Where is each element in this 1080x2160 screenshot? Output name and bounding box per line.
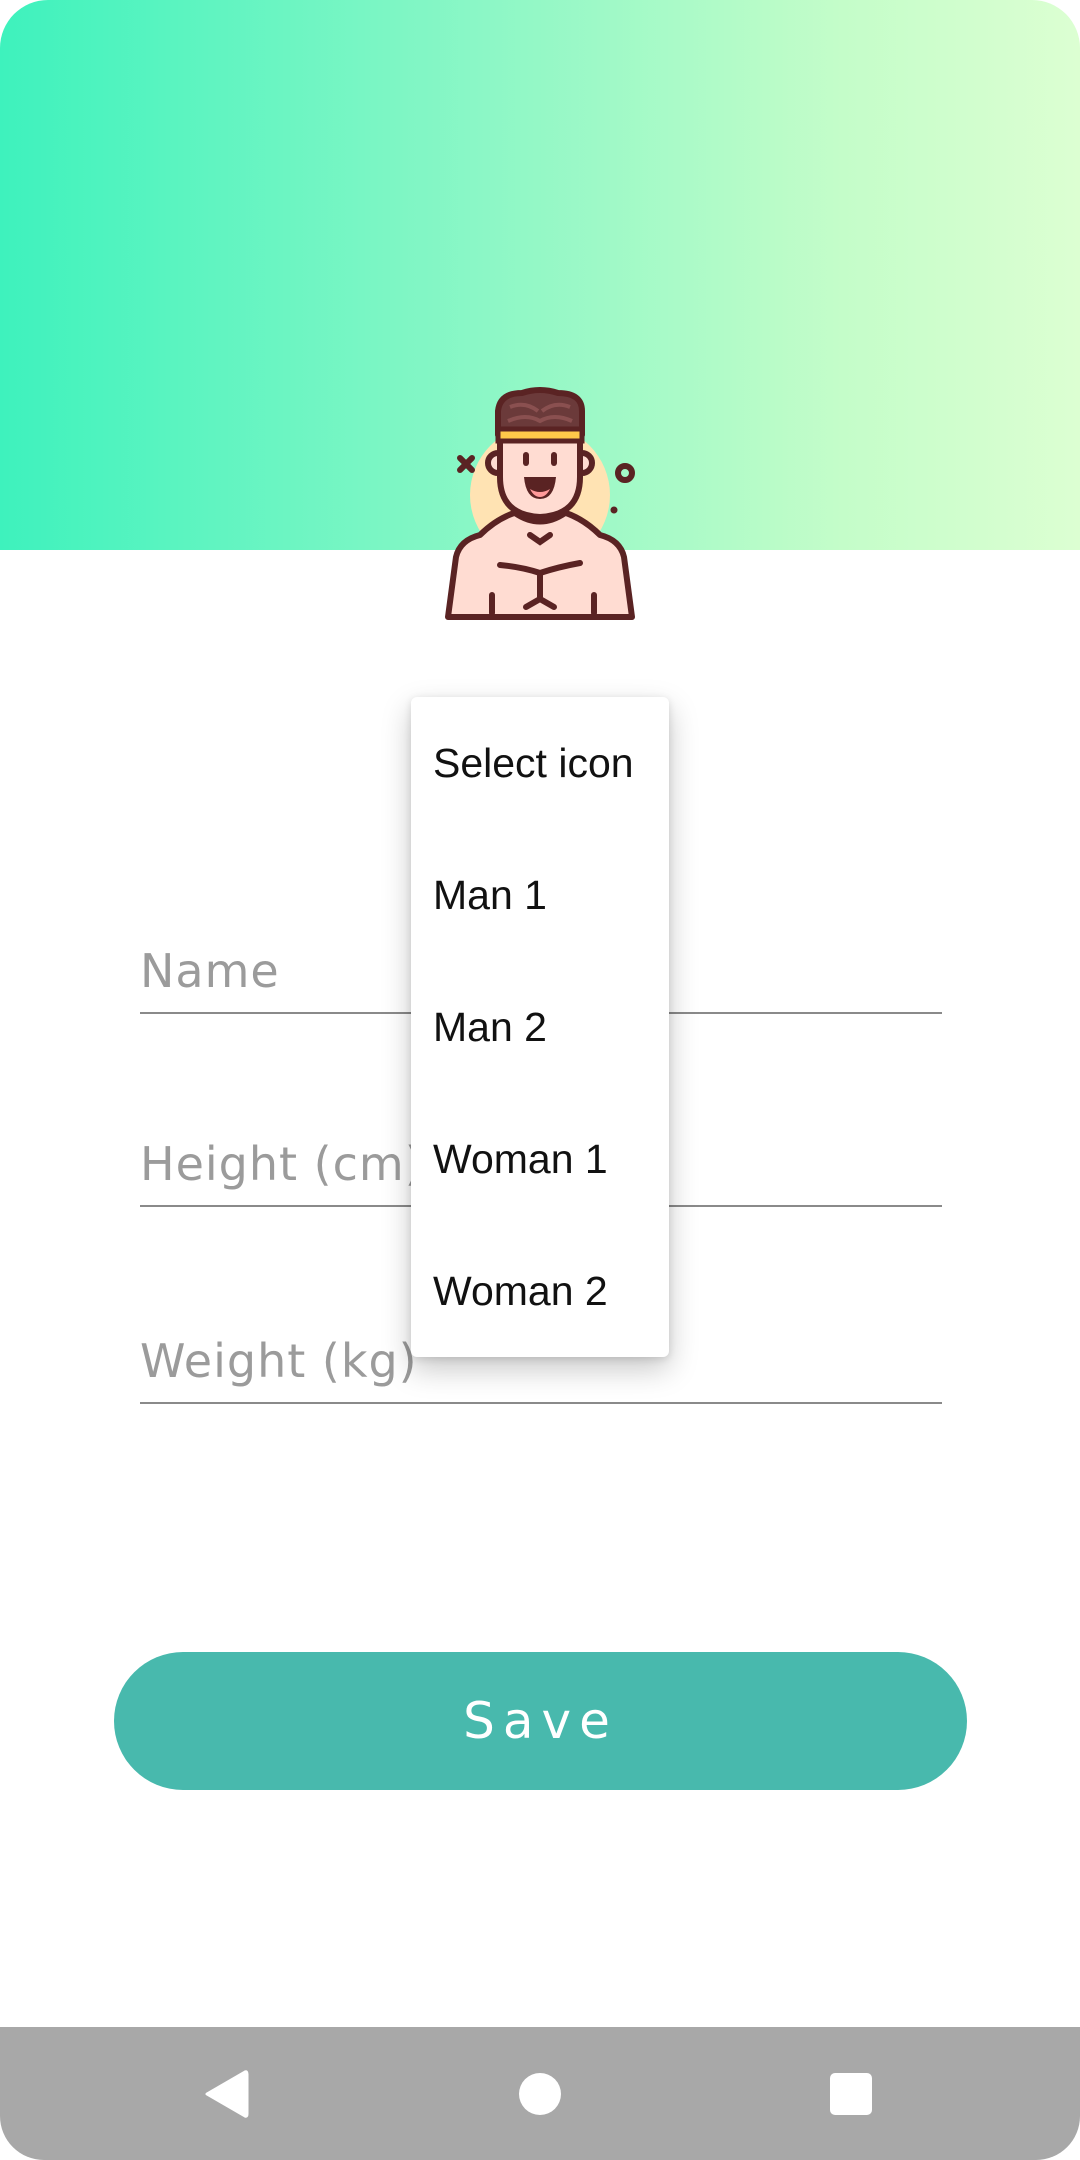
- man-avatar-icon[interactable]: [430, 385, 650, 625]
- icon-dropdown-menu: Select icon Man 1 Man 2 Woman 1 Woman 2: [411, 697, 669, 1357]
- dropdown-item-woman-1[interactable]: Woman 1: [411, 1093, 669, 1225]
- dropdown-item-man-2[interactable]: Man 2: [411, 961, 669, 1093]
- dropdown-item-man-1[interactable]: Man 1: [411, 829, 669, 961]
- nav-back-button[interactable]: [156, 2027, 296, 2160]
- back-triangle-icon: [205, 2069, 249, 2118]
- nav-recents-button[interactable]: [781, 2027, 921, 2160]
- home-circle-icon: [519, 2072, 561, 2115]
- system-navbar: [0, 2027, 1080, 2160]
- nav-home-button[interactable]: [470, 2027, 610, 2160]
- dropdown-item-select-icon[interactable]: Select icon: [411, 697, 669, 829]
- recents-square-icon: [830, 2072, 872, 2115]
- dropdown-item-woman-2[interactable]: Woman 2: [411, 1225, 669, 1357]
- man-avatar-svg: [445, 387, 635, 620]
- save-button[interactable]: Save: [114, 1652, 967, 1790]
